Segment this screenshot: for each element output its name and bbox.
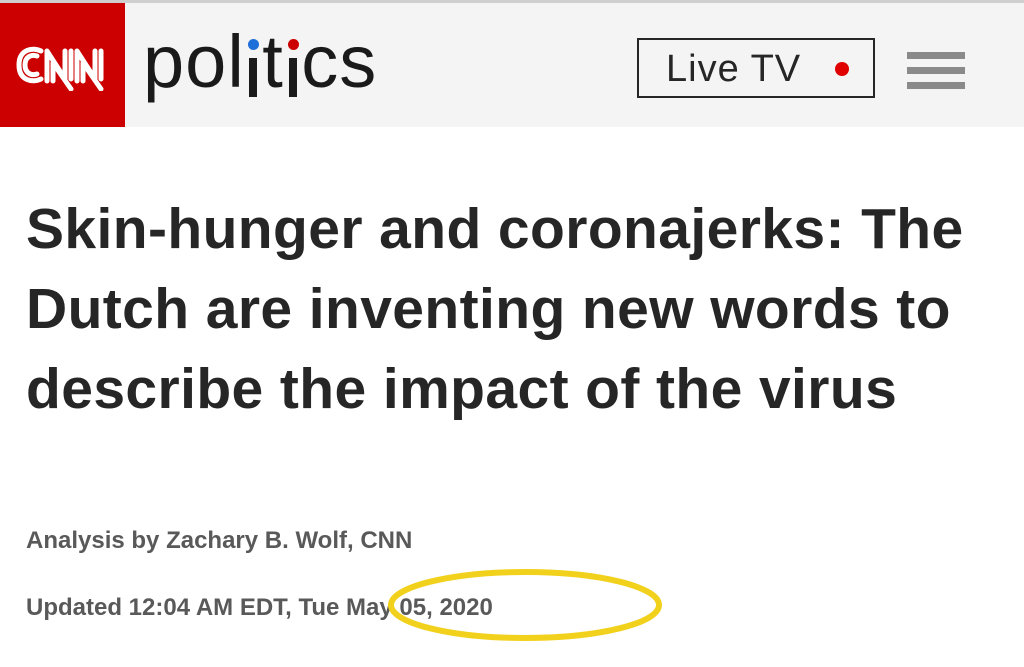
live-indicator-icon (835, 62, 849, 76)
live-tv-label: Live TV (666, 48, 802, 90)
letter-stem (288, 58, 297, 97)
hamburger-menu-icon[interactable] (907, 50, 965, 92)
article-timestamp: Updated 12:04 AM EDT, Tue May 05, 2020 (26, 594, 493, 621)
cnn-logo[interactable] (0, 3, 125, 127)
accent-dot-icon (248, 39, 260, 50)
live-tv-button[interactable]: Live TV (637, 38, 875, 98)
article-byline[interactable]: Analysis by Zachary B. Wolf, CNN (26, 527, 412, 555)
page: politics Live TV Skin-hunger and coronaj… (0, 0, 1024, 667)
menu-bar (907, 67, 965, 74)
cnn-logo-icon (16, 46, 103, 91)
article-headline: Skin-hunger and coronajerks: The Dutch a… (26, 197, 964, 421)
menu-bar (907, 82, 965, 89)
accent-dot-icon (287, 39, 299, 50)
site-header: politics Live TV (0, 0, 1024, 127)
section-title[interactable]: politics (143, 17, 377, 107)
section-title-letter-i: i (245, 20, 262, 103)
menu-bar (907, 52, 965, 59)
section-title-text: politics (143, 20, 378, 103)
section-title-letter-i: i (284, 20, 301, 103)
letter-stem (249, 58, 258, 97)
